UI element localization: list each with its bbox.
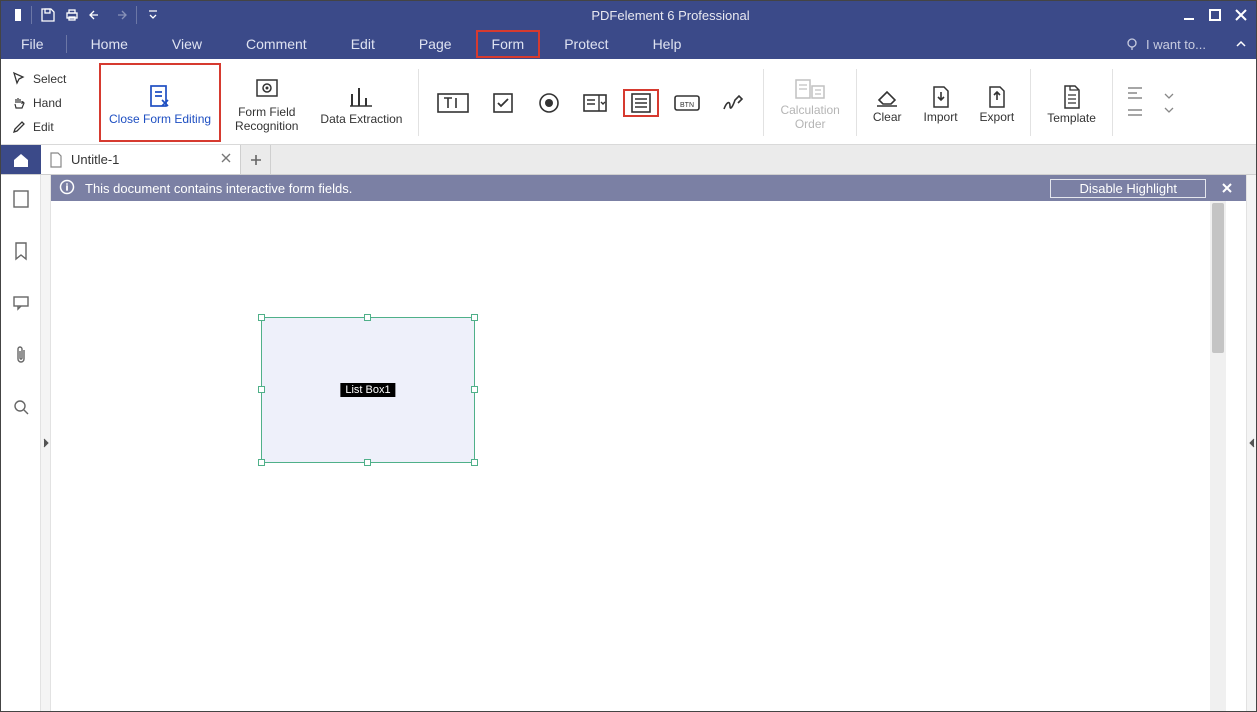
add-tab-button[interactable]: [241, 145, 271, 174]
resize-handle[interactable]: [258, 459, 265, 466]
align-dropdown[interactable]: [1121, 63, 1149, 142]
radio-button-tool[interactable]: [531, 91, 567, 115]
select-tool[interactable]: Select: [9, 69, 93, 89]
svg-text:BTN: BTN: [680, 102, 694, 109]
qat-dropdown-icon[interactable]: [141, 3, 165, 27]
button-tool[interactable]: BTN: [669, 93, 705, 113]
home-tab-button[interactable]: [1, 145, 41, 174]
minimize-button[interactable]: [1176, 3, 1202, 27]
left-sidebar: [1, 175, 41, 711]
menu-home[interactable]: Home: [69, 29, 150, 59]
signature-field-tool[interactable]: [715, 91, 751, 115]
maximize-button[interactable]: [1202, 3, 1228, 27]
collapse-ribbon-button[interactable]: [1226, 29, 1256, 59]
text-field-tool[interactable]: [431, 90, 475, 116]
ribbon: Select Hand Edit Close Form Editing Form…: [1, 59, 1256, 145]
i-want-to-label: I want to...: [1146, 37, 1206, 52]
page-view[interactable]: List Box1: [51, 201, 1226, 711]
disable-highlight-button[interactable]: Disable Highlight: [1050, 179, 1206, 198]
info-icon: [59, 179, 75, 198]
resize-handle[interactable]: [258, 314, 265, 321]
info-message: This document contains interactive form …: [85, 181, 352, 196]
list-box-tool[interactable]: [623, 89, 659, 117]
export-button[interactable]: Export: [972, 63, 1023, 142]
resize-handle[interactable]: [364, 314, 371, 321]
template-button[interactable]: Template: [1039, 63, 1104, 142]
menu-edit[interactable]: Edit: [329, 29, 397, 59]
hand-tool[interactable]: Hand: [9, 93, 93, 113]
list-box-field[interactable]: List Box1: [261, 317, 475, 463]
comments-panel-icon[interactable]: [7, 289, 35, 317]
menu-bar: File Home View Comment Edit Page Form Pr…: [1, 29, 1256, 59]
left-panel-expander[interactable]: [41, 175, 51, 711]
undo-icon[interactable]: [84, 3, 108, 27]
calculation-order-button[interactable]: Calculation Order: [772, 63, 847, 142]
close-tab-icon[interactable]: [220, 152, 232, 167]
redo-icon[interactable]: [108, 3, 132, 27]
edit-tool[interactable]: Edit: [9, 117, 93, 137]
resize-handle[interactable]: [258, 386, 265, 393]
right-panel-expander[interactable]: [1246, 175, 1256, 711]
menu-comment[interactable]: Comment: [224, 29, 329, 59]
clear-button[interactable]: Clear: [865, 63, 910, 142]
menu-help[interactable]: Help: [631, 29, 704, 59]
bookmarks-panel-icon[interactable]: [7, 237, 35, 265]
menu-view[interactable]: View: [150, 29, 224, 59]
resize-handle[interactable]: [471, 386, 478, 393]
attachments-panel-icon[interactable]: [7, 341, 35, 369]
data-extraction-button[interactable]: Data Extraction: [312, 63, 410, 142]
resize-handle[interactable]: [471, 314, 478, 321]
title-bar: PDFelement 6 Professional: [1, 1, 1256, 29]
align-dropdown-arrows[interactable]: [1155, 63, 1183, 142]
search-panel-icon[interactable]: [7, 393, 35, 421]
menu-protect[interactable]: Protect: [542, 29, 630, 59]
close-form-editing-label: Close Form Editing: [109, 112, 211, 126]
resize-handle[interactable]: [364, 459, 371, 466]
field-name-label: List Box1: [340, 383, 395, 397]
document-canvas[interactable]: This document contains interactive form …: [51, 175, 1246, 711]
window-title: PDFelement 6 Professional: [165, 8, 1176, 23]
menu-form[interactable]: Form: [476, 30, 541, 58]
document-tab-label: Untitle-1: [71, 152, 119, 167]
print-icon[interactable]: [60, 3, 84, 27]
menu-page[interactable]: Page: [397, 29, 474, 59]
close-form-editing-button[interactable]: Close Form Editing: [99, 63, 221, 142]
form-field-recognition-button[interactable]: Form Field Recognition: [227, 63, 306, 142]
checkbox-tool[interactable]: [485, 91, 521, 115]
scrollbar-thumb[interactable]: [1212, 203, 1224, 353]
menu-file[interactable]: File: [1, 29, 64, 59]
i-want-to[interactable]: I want to...: [1124, 29, 1226, 59]
app-icon: [3, 3, 27, 27]
document-tabs: Untitle-1: [1, 145, 1256, 175]
info-bar: This document contains interactive form …: [51, 175, 1246, 201]
dropdown-tool[interactable]: [577, 91, 613, 115]
info-close-icon[interactable]: [1216, 177, 1238, 199]
close-button[interactable]: [1228, 3, 1254, 27]
vertical-scrollbar[interactable]: [1210, 201, 1226, 711]
document-tab[interactable]: Untitle-1: [41, 145, 241, 174]
thumbnails-panel-icon[interactable]: [7, 185, 35, 213]
import-button[interactable]: Import: [916, 63, 966, 142]
resize-handle[interactable]: [471, 459, 478, 466]
save-icon[interactable]: [36, 3, 60, 27]
